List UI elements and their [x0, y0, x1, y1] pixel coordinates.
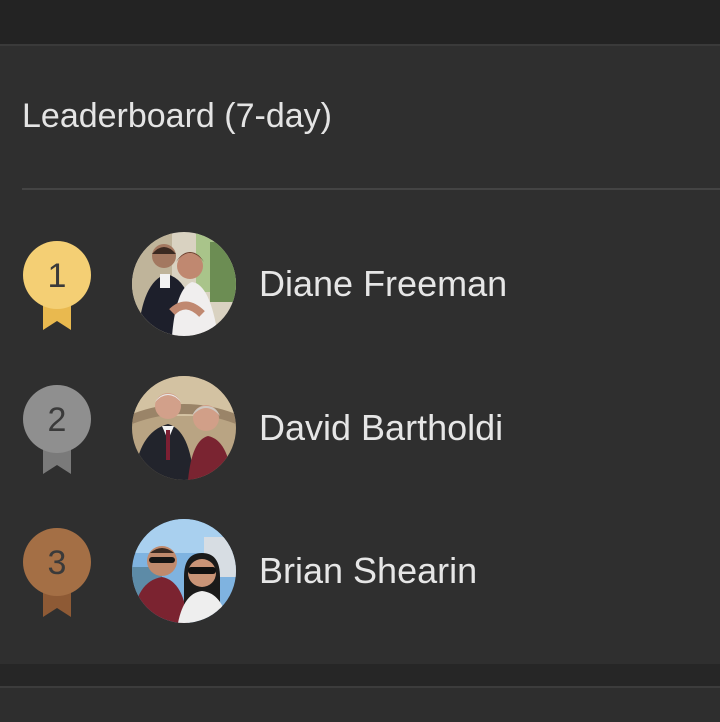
silver-medal-icon: 2: [22, 384, 92, 476]
leaderboard-row-1[interactable]: 1 Diane Freeman: [0, 232, 720, 342]
avatar[interactable]: [132, 376, 236, 480]
next-card: [0, 686, 720, 722]
leaderboard-row-2[interactable]: 2 David Bartholdi: [0, 376, 720, 486]
user-name: Diane Freeman: [259, 263, 508, 304]
avatar[interactable]: [132, 519, 236, 623]
section-separator: [0, 664, 720, 686]
medal-rank: 2: [48, 401, 67, 439]
user-name: Brian Shearin: [259, 550, 478, 591]
medal-rank: 3: [48, 544, 67, 582]
avatar[interactable]: [132, 232, 236, 336]
gold-medal-icon: 1: [22, 240, 92, 332]
leaderboard-title: Leaderboard (7-day): [22, 97, 332, 135]
title-divider: [22, 188, 720, 190]
user-name: David Bartholdi: [259, 407, 504, 448]
bronze-medal-icon: 3: [22, 527, 92, 619]
top-app-bar: [0, 0, 720, 46]
medal-rank: 1: [48, 257, 67, 295]
leaderboard-row-3[interactable]: 3 Brian Shearin: [0, 519, 720, 629]
